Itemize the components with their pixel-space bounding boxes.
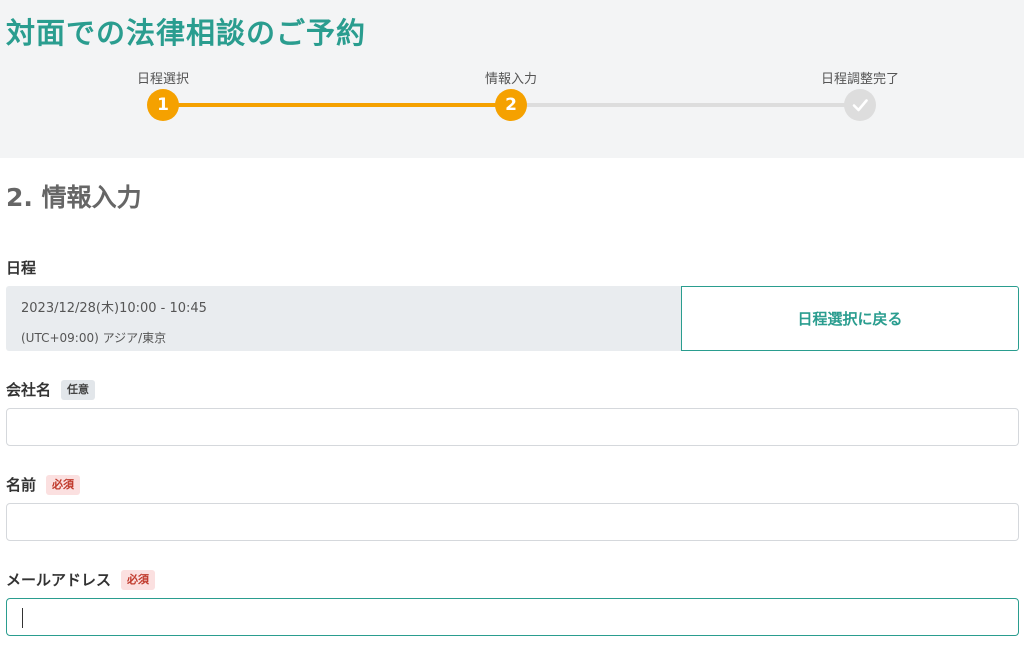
company-label: 会社名 任意 bbox=[6, 379, 96, 400]
company-label-text: 会社名 bbox=[6, 381, 52, 399]
check-icon bbox=[852, 99, 868, 112]
step-circle-1: 1 bbox=[147, 89, 179, 121]
step-circle-3 bbox=[844, 89, 876, 121]
optional-badge: 任意 bbox=[61, 379, 96, 400]
section-title: 2. 情報入力 bbox=[6, 183, 142, 212]
step-connector-1-2 bbox=[163, 103, 511, 107]
step-label-3: 日程調整完了 bbox=[820, 72, 900, 87]
schedule-label: 日程 bbox=[6, 257, 36, 278]
required-badge: 必須 bbox=[46, 474, 81, 495]
schedule-label-text: 日程 bbox=[6, 259, 37, 277]
text-cursor bbox=[22, 608, 23, 628]
email-input[interactable] bbox=[6, 598, 1019, 636]
schedule-timezone: (UTC+09:00) アジア/東京 bbox=[21, 331, 167, 345]
step-connector-2-3 bbox=[511, 103, 860, 107]
email-label-text: メールアドレス bbox=[6, 571, 112, 589]
page-title: 対面での法律相談のご予約 bbox=[6, 16, 367, 50]
email-label: メールアドレス 必須 bbox=[6, 569, 156, 590]
schedule-display: 2023/12/28(木)10:00 - 10:45 (UTC+09:00) ア… bbox=[6, 286, 681, 351]
step-label-1: 日程選択 bbox=[136, 72, 190, 87]
back-to-schedule-button[interactable]: 日程選択に戻る bbox=[681, 286, 1019, 351]
name-input[interactable] bbox=[6, 503, 1019, 541]
step-label-2: 情報入力 bbox=[484, 72, 538, 87]
step-circle-2: 2 bbox=[495, 89, 527, 121]
name-label: 名前 必須 bbox=[6, 474, 81, 495]
company-input[interactable] bbox=[6, 408, 1019, 446]
name-label-text: 名前 bbox=[6, 476, 37, 494]
required-badge: 必須 bbox=[121, 569, 156, 590]
schedule-datetime: 2023/12/28(木)10:00 - 10:45 bbox=[21, 301, 207, 316]
